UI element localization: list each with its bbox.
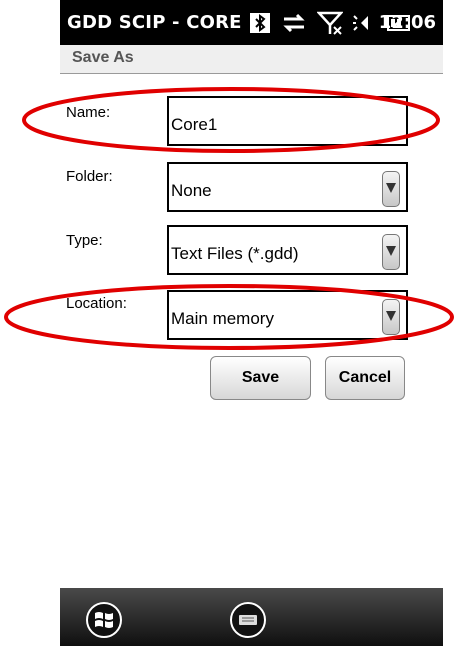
location-value: Main memory	[171, 309, 274, 328]
page-header: Save As	[60, 45, 443, 74]
status-bar: GDD SCIP - CORE 12:06	[60, 0, 443, 45]
name-value: Core1	[171, 115, 218, 134]
keyboard-button[interactable]	[230, 602, 266, 638]
save-button[interactable]: Save	[210, 356, 311, 400]
data-connection-icon	[283, 13, 305, 33]
folder-dropdown[interactable]: None	[167, 162, 408, 212]
location-label: Location:	[66, 295, 127, 312]
volume-icon	[353, 15, 368, 31]
device-screen: GDD SCIP - CORE 12:06 Save As Name: Core…	[60, 0, 443, 646]
taskbar	[60, 588, 443, 646]
no-signal-icon	[317, 11, 343, 35]
keyboard-icon	[239, 615, 257, 625]
type-label: Type:	[66, 232, 103, 249]
save-as-dialog: Save As Name: Core1 Folder: None Type: T…	[60, 45, 443, 588]
name-input[interactable]: Core1	[167, 96, 408, 146]
type-value: Text Files (*.gdd)	[171, 244, 299, 263]
bluetooth-icon	[250, 13, 270, 33]
type-dropdown[interactable]: Text Files (*.gdd)	[167, 225, 408, 275]
name-label: Name:	[66, 104, 111, 121]
start-button[interactable]	[86, 602, 122, 638]
folder-label: Folder:	[66, 168, 113, 185]
page-title: Save As	[72, 49, 134, 66]
windows-start-icon	[95, 612, 113, 628]
app-title: GDD SCIP - CORE	[67, 12, 242, 33]
folder-dropdown-arrow-icon[interactable]	[382, 171, 400, 207]
cancel-button[interactable]: Cancel	[325, 356, 405, 400]
clock: 12:06	[378, 12, 436, 33]
location-dropdown[interactable]: Main memory	[167, 290, 408, 340]
location-dropdown-arrow-icon[interactable]	[382, 299, 400, 335]
folder-value: None	[171, 181, 212, 200]
type-dropdown-arrow-icon[interactable]	[382, 234, 400, 270]
